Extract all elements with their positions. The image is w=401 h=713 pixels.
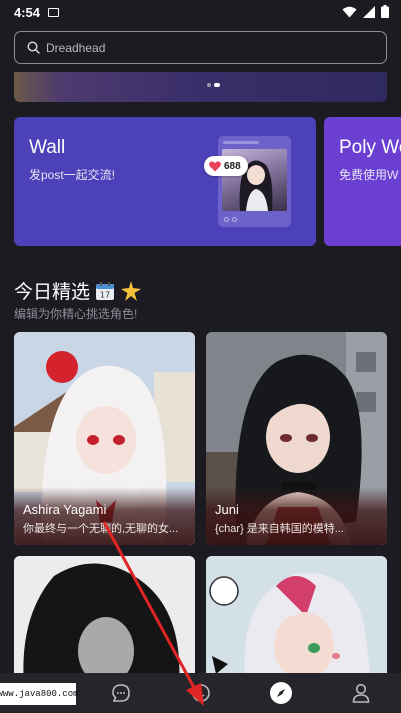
character-portrait: [206, 556, 387, 686]
status-time: 4:54: [14, 4, 41, 20]
sparkle-icon: [121, 280, 142, 301]
search-bar[interactable]: [14, 31, 387, 64]
sim-icon: [48, 7, 60, 17]
battery-icon: [381, 5, 389, 18]
nav-discover[interactable]: [268, 680, 294, 706]
carousel-dot-active: [214, 83, 220, 87]
likes-badge: 688: [204, 156, 248, 176]
wall-title: Wall: [29, 137, 66, 158]
watermark: www.java800.com: [0, 683, 79, 705]
character-card[interactable]: [206, 556, 387, 686]
character-description: 你最终与一个无聊的,无聊的女...: [23, 523, 179, 535]
poly-card[interactable]: Poly We 免费使用W: [324, 117, 401, 246]
chat-icon: [112, 684, 130, 702]
character-portrait: [14, 556, 195, 686]
section-subtitle: 编辑为你精心挑选角色!: [14, 307, 138, 321]
profile-icon: [352, 683, 370, 703]
wall-card[interactable]: Wall 发post一起交流! 688: [14, 117, 316, 246]
nav-chat[interactable]: [108, 680, 134, 706]
search-input[interactable]: [46, 40, 346, 55]
calendar-icon: 17: [96, 281, 115, 300]
status-bar: 4:54: [0, 0, 401, 24]
character-name: Ashira Yagami: [23, 502, 107, 517]
likes-count: 688: [224, 160, 241, 172]
character-description: {char} 是来自韩国的模特...: [215, 523, 344, 535]
nav-home[interactable]: [188, 680, 214, 706]
carousel-dot: [207, 83, 211, 87]
carousel-indicator: [207, 83, 220, 87]
discover-icon: [277, 689, 285, 697]
section-title-text: 今日精选: [14, 282, 91, 303]
character-card[interactable]: [14, 556, 195, 686]
wifi-icon: [342, 6, 357, 17]
home-icon: [192, 684, 210, 702]
wall-subtitle: 发post一起交流!: [29, 168, 116, 182]
signal-icon: [363, 5, 375, 18]
character-card[interactable]: Juni {char} 是来自韩国的模特...: [206, 332, 387, 545]
section-title: 今日精选 17: [14, 277, 142, 304]
search-icon: [27, 41, 40, 54]
banner-carousel[interactable]: [14, 72, 387, 102]
poly-subtitle: 免费使用W: [339, 168, 399, 182]
character-name: Juni: [215, 502, 239, 517]
character-card[interactable]: Ashira Yagami 你最终与一个无聊的,无聊的女...: [14, 332, 195, 545]
nav-profile[interactable]: [348, 680, 374, 706]
phone-illustration: [218, 136, 291, 227]
heart-icon: [209, 160, 221, 171]
svg-text:17: 17: [100, 290, 110, 299]
poly-title: Poly We: [339, 137, 401, 158]
